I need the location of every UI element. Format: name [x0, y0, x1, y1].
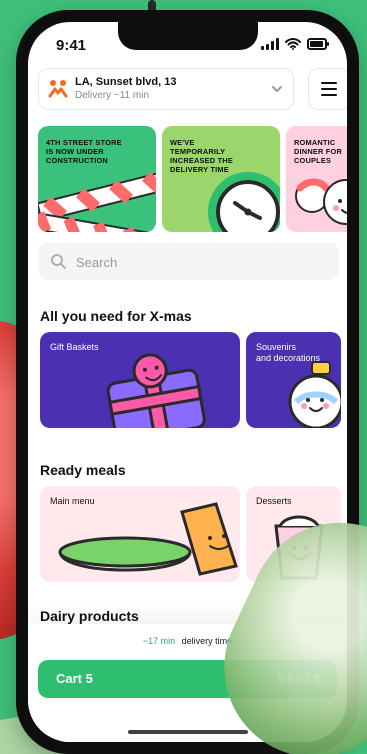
menu-button[interactable]: [308, 68, 347, 110]
ready-card-main-menu[interactable]: Main menu: [40, 486, 240, 582]
address-selector[interactable]: LA, Sunset blvd, 13 Delivery ~11 min: [38, 68, 294, 110]
app-screen: 9:41 LA, Sunset blvd, 13 Delivery ~11 mi…: [28, 22, 347, 742]
search-bar[interactable]: [38, 242, 339, 282]
section-title-dairy: Dairy products: [40, 608, 139, 624]
bottom-cart-sheet: ~17 min delivery time Cart 5 54.67 $: [28, 624, 347, 742]
scene: 9:41 LA, Sunset blvd, 13 Delivery ~11 mi…: [0, 0, 367, 754]
promo-carousel[interactable]: 4TH STREET STORE IS NOW UNDER CONSTRUCTI…: [38, 126, 347, 232]
phone-frame: 9:41 LA, Sunset blvd, 13 Delivery ~11 mi…: [16, 10, 359, 754]
delivery-time-text: delivery time: [181, 636, 233, 646]
dessert-illustration: [274, 515, 324, 580]
menu-icon: [321, 82, 337, 96]
cart-total: 54.67 $: [277, 671, 321, 686]
section-title-xmas: All you need for X-mas: [40, 308, 192, 324]
clock-illustration: [208, 172, 280, 232]
banner-delivery-time[interactable]: WE'VE TEMPORARILY INCREASED THE DELIVERY…: [162, 126, 280, 232]
search-input[interactable]: [74, 242, 318, 282]
banner-construction[interactable]: 4TH STREET STORE IS NOW UNDER CONSTRUCTI…: [38, 126, 156, 232]
xmas-card-souvenirs[interactable]: Souvenirs and decorations: [246, 332, 341, 428]
soup-illustration: [58, 502, 238, 576]
status-bar: 9:41: [28, 22, 347, 66]
gift-box-illustration: [106, 353, 206, 428]
wifi-icon: [285, 38, 301, 50]
banner-romantic-dinner[interactable]: ROMANTIC DINNER FOR COUPLES: [286, 126, 347, 232]
ornament-illustration: [288, 361, 341, 428]
status-time: 9:41: [56, 37, 87, 54]
header: LA, Sunset blvd, 13 Delivery ~11 min: [38, 68, 347, 112]
ready-card-desserts[interactable]: Desserts: [246, 486, 341, 582]
barrier-illustration: [38, 169, 156, 232]
cart-button[interactable]: Cart 5 54.67 $: [38, 660, 337, 698]
delivery-time-value: ~17 min: [142, 636, 176, 646]
address-title: LA, Sunset blvd, 13: [75, 76, 177, 88]
delivery-time: ~17 min delivery time: [28, 636, 347, 646]
signal-icon: [261, 38, 279, 50]
section-title-ready-meals: Ready meals: [40, 462, 126, 478]
chevron-down-icon: [271, 82, 283, 94]
battery-icon: [307, 38, 329, 50]
search-icon: [50, 253, 66, 269]
status-icons: [261, 38, 329, 50]
home-indicator: [127, 730, 248, 734]
sushi-illustration: [295, 178, 347, 225]
brand-logo-icon: [47, 77, 69, 99]
cart-label: Cart 5: [56, 671, 93, 686]
address-subtitle: Delivery ~11 min: [75, 90, 150, 101]
xmas-card-gift-baskets[interactable]: Gift Baskets: [40, 332, 240, 428]
